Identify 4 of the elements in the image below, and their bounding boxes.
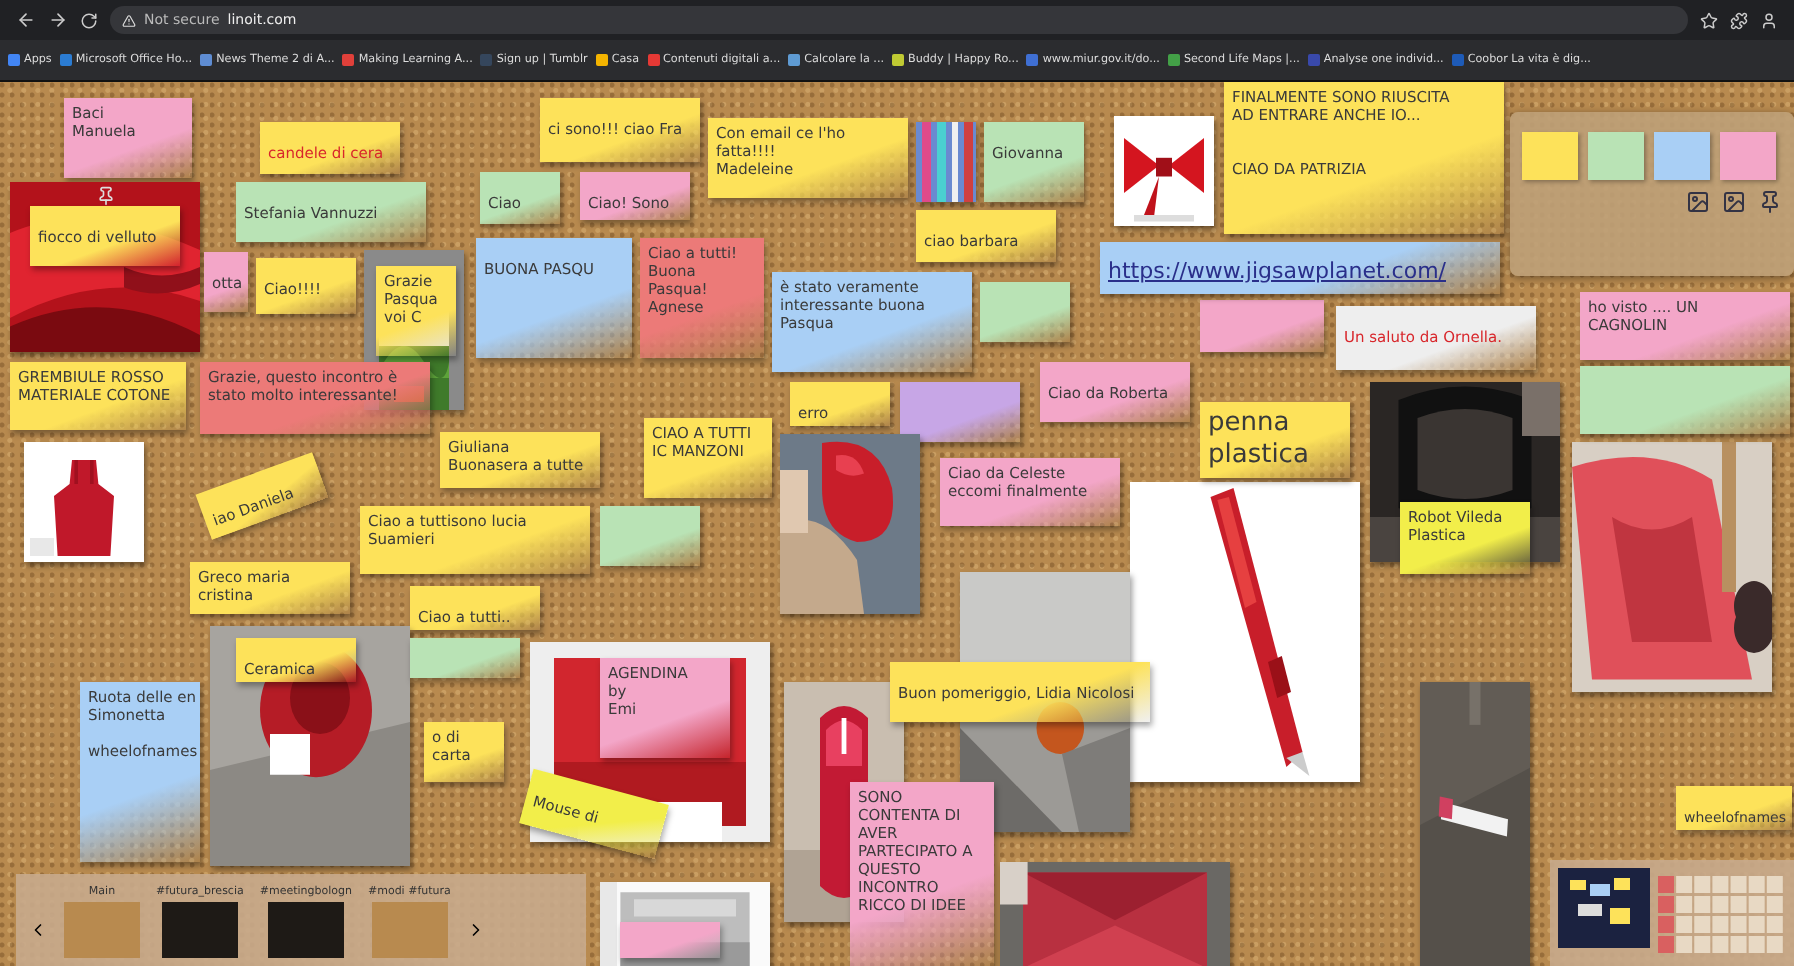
note-text: penna plastica xyxy=(1208,408,1309,471)
sticky-note[interactable]: penna plastica xyxy=(1200,402,1350,478)
sticky-note[interactable]: https://www.jigsawplanet.com/ xyxy=(1100,242,1500,294)
link[interactable]: https://www.jigsawplanet.com/ xyxy=(1108,258,1446,285)
